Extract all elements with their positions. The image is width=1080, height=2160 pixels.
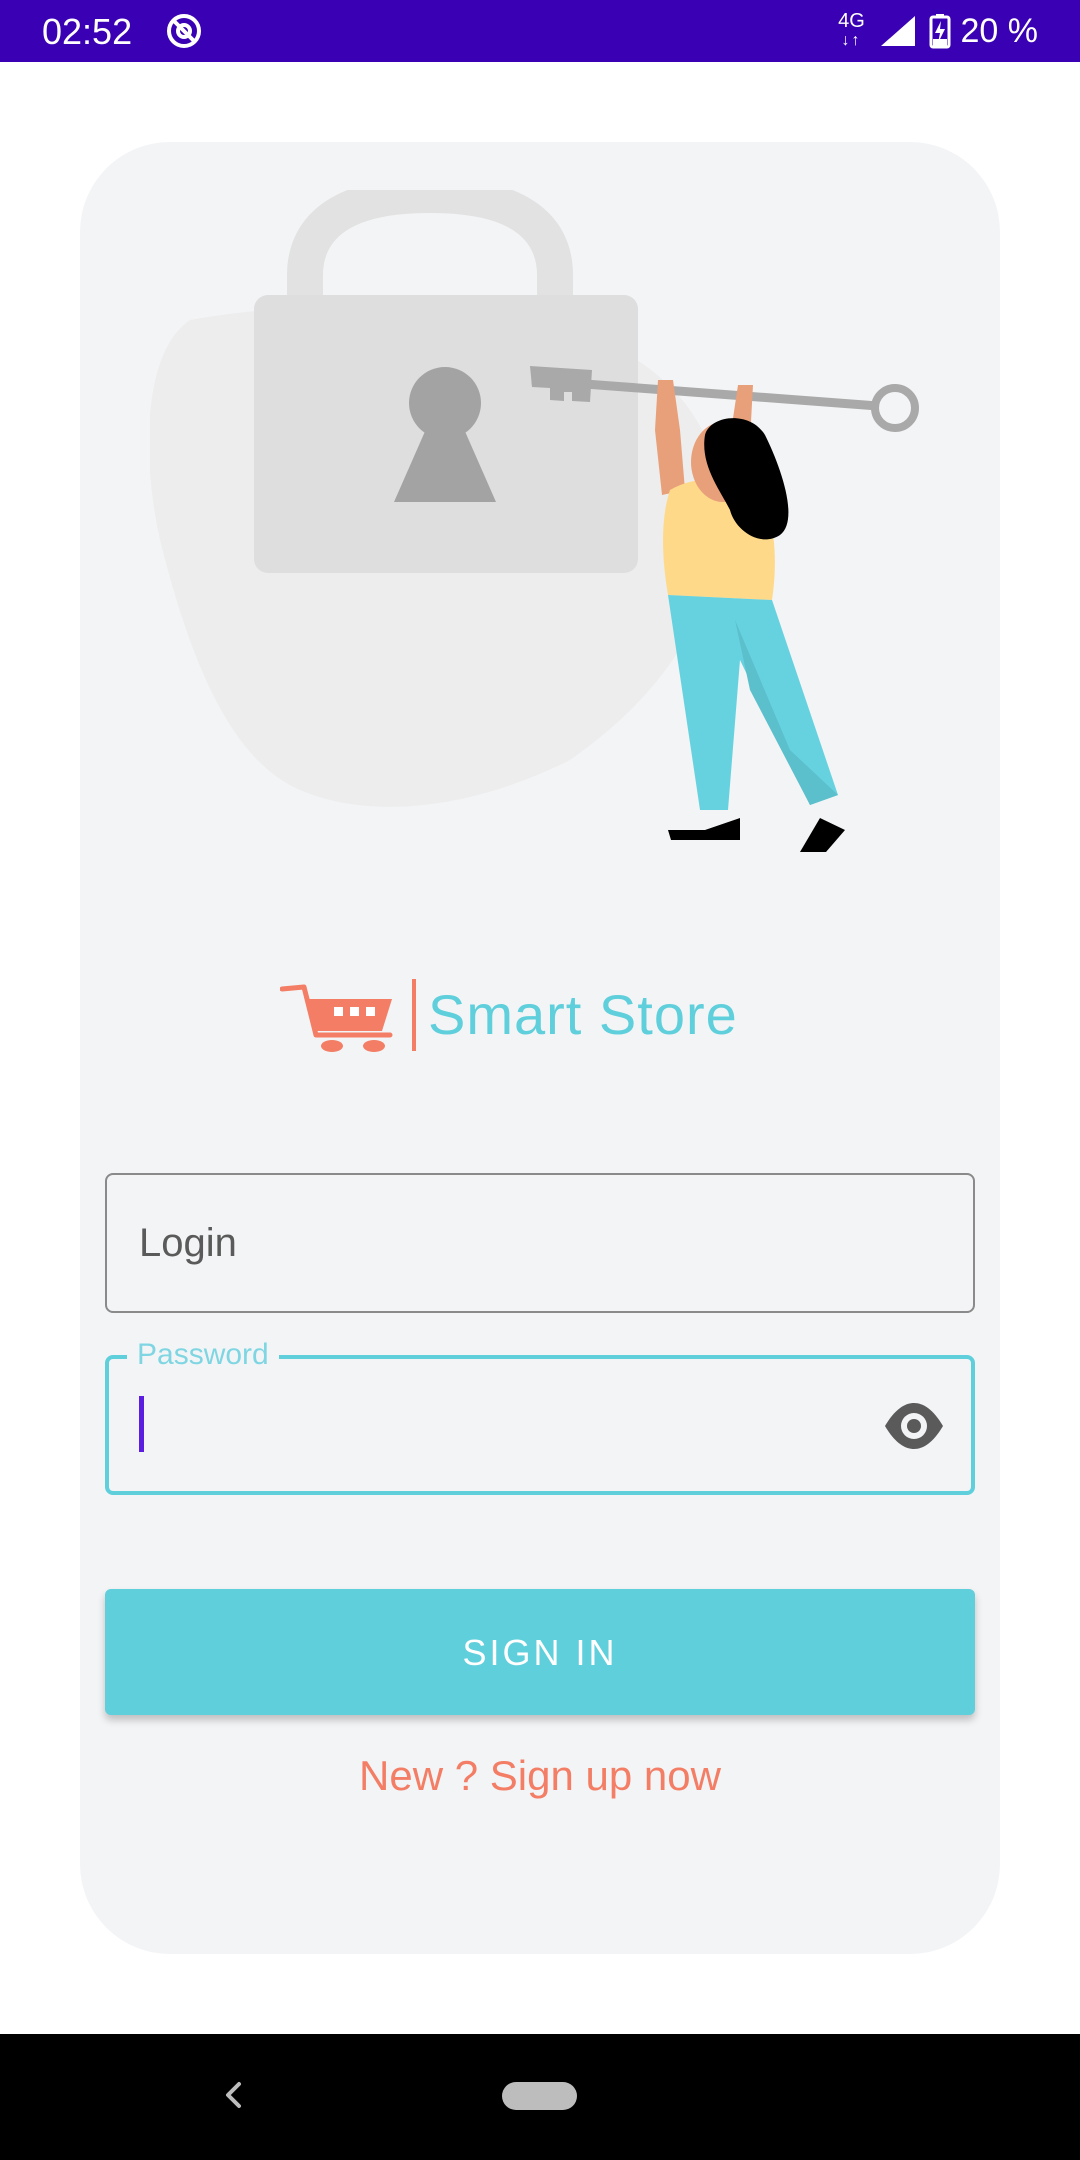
status-time: 02:52 <box>42 11 133 52</box>
login-input[interactable] <box>137 1175 941 1312</box>
sign-in-button[interactable]: SIGN IN <box>105 1589 975 1715</box>
back-chevron-icon[interactable] <box>208 2070 258 2120</box>
data-arrows-icon: ↓↑ <box>841 32 862 49</box>
at-sign-icon <box>167 14 201 48</box>
status-bar: 02:52 4G ↓↑ 20 % <box>0 0 1080 62</box>
navigation-bar <box>0 2034 1080 2160</box>
network-indicator: 4G ↓↑ <box>835 11 869 51</box>
brand-logo: Smart Store <box>280 975 738 1055</box>
network-type-label: 4G <box>838 10 865 32</box>
password-field[interactable]: Password <box>105 1335 975 1495</box>
signal-icon <box>880 16 915 46</box>
eye-icon[interactable] <box>883 1395 945 1457</box>
lock-shackle <box>287 190 573 300</box>
status-indicators: 4G ↓↑ 20 % <box>835 8 1039 54</box>
login-field[interactable] <box>105 1173 975 1313</box>
home-pill-icon[interactable] <box>502 2082 577 2110</box>
shopping-cart-icon <box>280 984 393 1052</box>
battery-charging-icon <box>929 14 950 49</box>
text-cursor <box>139 1396 144 1452</box>
brand-divider <box>412 979 416 1051</box>
sign-up-link[interactable]: New ? Sign up now <box>105 1746 975 1806</box>
battery-percentage: 20 % <box>960 12 1039 50</box>
brand-name: Smart Store <box>428 983 738 1046</box>
lock-and-key-illustration <box>150 190 919 852</box>
password-label: Password <box>127 1335 279 1375</box>
